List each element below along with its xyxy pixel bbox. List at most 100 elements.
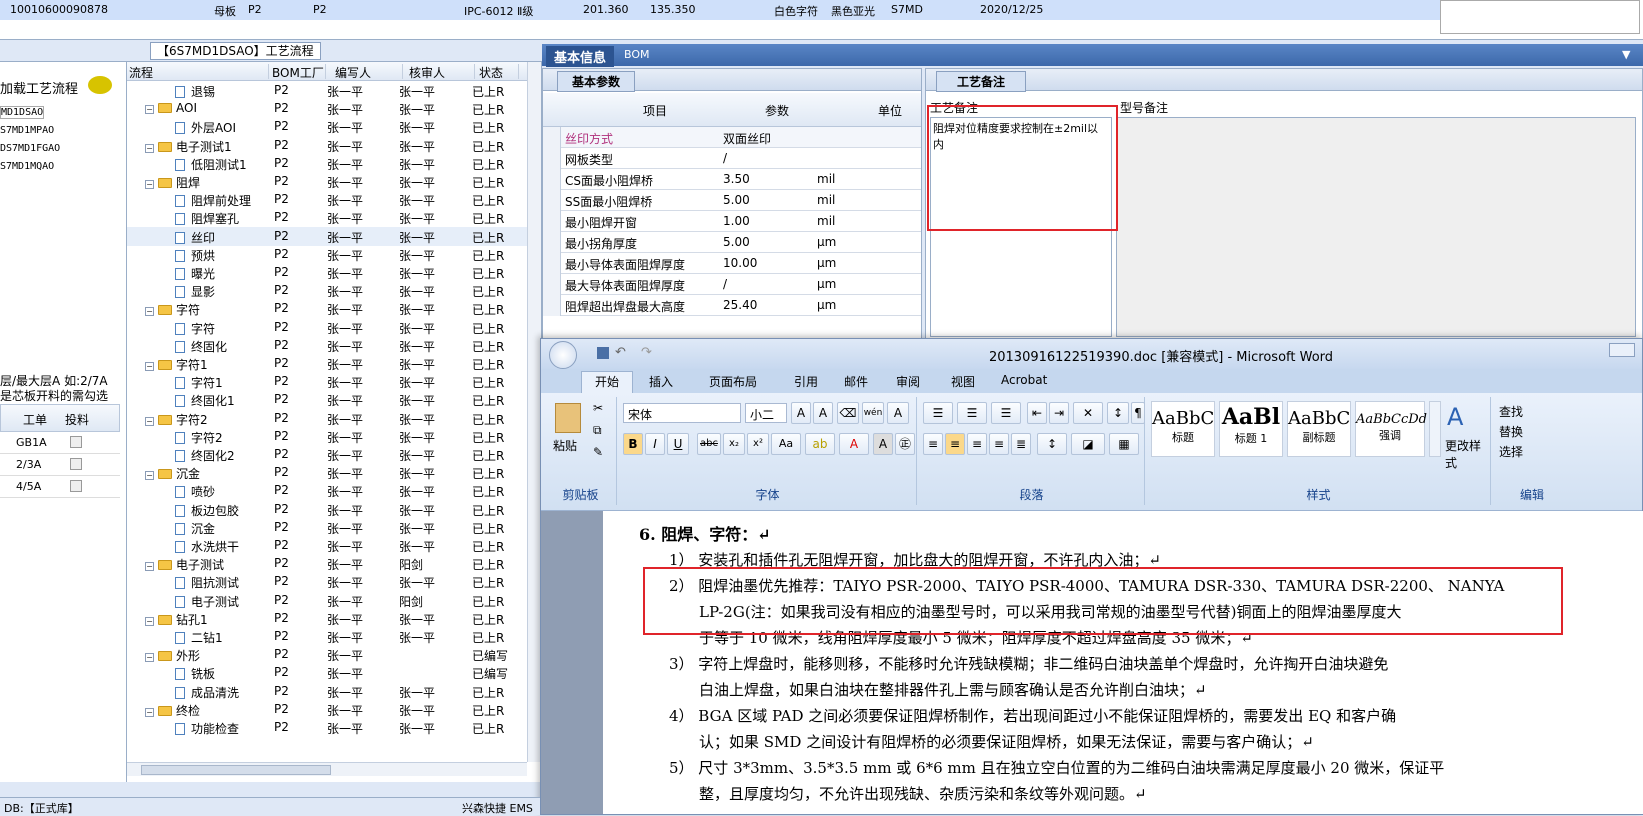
tree-row[interactable]: 阻焊塞孔 P2 张一平 张一平 已上R [127,208,527,227]
chat-bubble-icon[interactable] [88,76,112,94]
param-value[interactable]: / [723,151,727,165]
code-item[interactable]: S7MD1MPAO [0,125,54,136]
param-row[interactable]: 最小拐角厚度 5.00 μm [543,232,921,253]
collapse-icon[interactable]: − [145,180,154,189]
collapse-icon[interactable]: − [145,307,154,317]
col-flow[interactable]: 流程 [129,64,269,80]
col-bom[interactable]: BOM工厂 [272,64,326,80]
param-value[interactable]: 5.00 [723,235,750,249]
font-size-select[interactable]: 小二 [745,403,787,423]
strikethrough-button[interactable]: abc [697,433,721,455]
paste-icon[interactable] [555,403,581,433]
tab-view[interactable]: 视图 [951,373,975,390]
tree-row[interactable]: 终固化 P2 张一平 张一平 已上R [127,336,527,355]
grow-font-button[interactable]: A [791,402,811,424]
change-styles-label[interactable]: 更改样式 [1445,437,1490,471]
show-marks-icon[interactable]: ¶ [1131,402,1145,424]
select-button[interactable]: 选择 [1499,443,1523,460]
collapse-icon[interactable]: − [145,653,154,663]
tree-row[interactable]: 低阻测试1 P2 张一平 张一平 已上R [127,154,527,173]
undo-icon[interactable]: ↶ [615,345,626,360]
param-value[interactable]: 5.00 [723,193,750,207]
align-left-icon[interactable]: ≡ [923,433,943,455]
highlight-icon[interactable]: ab [805,433,835,455]
cut-icon[interactable]: ✂ [593,401,603,415]
param-row[interactable]: 最大导体表面阻焊厚度 / μm [543,274,921,295]
param-row[interactable]: CS面最小阻焊桥 3.50 mil [543,169,921,190]
tab-mailings[interactable]: 邮件 [844,373,868,390]
format-painter-icon[interactable]: ✎ [593,445,603,459]
checkbox[interactable] [70,458,82,470]
model-note-field[interactable] [1116,117,1636,337]
param-row[interactable]: 最小导体表面阻焊厚度 10.00 μm [543,253,921,274]
tree-row[interactable]: 板边包胶 P2 张一平 张一平 已上R [127,500,527,519]
code-item[interactable]: S7MD1MQAO [0,161,54,172]
collapse-icon[interactable]: − [145,562,154,572]
col-status[interactable]: 状态 [479,64,519,80]
save-icon[interactable] [597,347,609,359]
code-item[interactable]: DS7MD1FGAO [0,143,60,154]
line-spacing-icon[interactable]: ↕ [1037,433,1067,455]
subscript-button[interactable]: x₂ [723,433,745,455]
param-value[interactable]: 3.50 [723,172,750,186]
tree-row[interactable]: − 电子测试 P2 张一平 阳剑 已上R [127,554,527,573]
checkbox[interactable] [70,436,82,448]
load-flow-label[interactable]: 加载工艺流程 [0,78,78,97]
col-writer[interactable]: 编写人 [335,64,403,80]
tree-row[interactable]: 喷砂 P2 张一平 张一平 已上R [127,481,527,500]
tree-row[interactable]: 阻抗测试 P2 张一平 张一平 已上R [127,572,527,591]
tree-row[interactable]: − 字符1 P2 张一平 张一平 已上R [127,354,527,373]
redo-icon[interactable]: ↷ [641,345,652,360]
tab-acrobat[interactable]: Acrobat [1001,373,1047,387]
tree-row[interactable]: 沉金 P2 张一平 张一平 已上R [127,518,527,537]
styles-scroll[interactable] [1429,401,1441,457]
tree-row[interactable]: 终固化1 P2 张一平 张一平 已上R [127,390,527,409]
tree-row[interactable]: 字符2 P2 张一平 张一平 已上R [127,427,527,446]
param-row[interactable]: 最小阻焊开窗 1.00 mil [543,211,921,232]
replace-button[interactable]: 替换 [1499,423,1523,440]
tree-row[interactable]: 功能检查 P2 张一平 张一平 已上R [127,718,527,737]
param-value[interactable]: 1.00 [723,214,750,228]
copy-icon[interactable]: ⧉ [593,423,602,438]
multilevel-icon[interactable]: ☰ [991,402,1021,424]
office-button-icon[interactable] [549,341,577,369]
superscript-button[interactable]: x² [747,433,769,455]
table-row[interactable]: 4/5A [0,476,120,498]
collapse-icon[interactable]: − [145,416,154,426]
tree-row[interactable]: − 沉金 P2 张一平 张一平 已上R [127,463,527,482]
paste-label[interactable]: 粘贴 [553,437,577,454]
collapse-icon[interactable]: − [145,616,154,626]
collapse-icon[interactable]: − [145,707,154,717]
horizontal-scrollbar[interactable] [127,762,527,776]
tree-row[interactable]: 显影 P2 张一平 张一平 已上R [127,281,527,300]
tree-row[interactable]: − 字符2 P2 张一平 张一平 已上R [127,409,527,428]
increase-indent-icon[interactable]: ⇥ [1049,402,1069,424]
tree-row[interactable]: 成品清洗 P2 张一平 张一平 已上R [127,682,527,701]
tree-row[interactable]: − 终检 P2 张一平 张一平 已上R [127,700,527,719]
collapse-icon[interactable]: − [145,471,154,481]
checkbox[interactable] [70,480,82,492]
find-button[interactable]: 查找 [1499,403,1523,420]
collapse-icon[interactable]: − [145,362,154,371]
collapse-icon[interactable]: − [145,105,154,115]
selected-row[interactable]: 10010600090878 母板 P2 P2 IPC-6012 Ⅱ级 201.… [0,0,1440,20]
tree-row[interactable]: − 钻孔1 P2 张一平 张一平 已上R [127,609,527,628]
tab-home[interactable]: 开始 [581,371,633,393]
tree-row[interactable]: − 外形 P2 张一平 已编写 [127,645,527,664]
shrink-font-button[interactable]: A [813,402,833,424]
tab-references[interactable]: 引用 [794,373,818,390]
borders-icon[interactable]: ▦ [1109,433,1139,455]
param-row[interactable]: 阻焊超出焊盘最大高度 25.40 μm [543,295,921,316]
tree-row[interactable]: − 电子测试1 P2 张一平 张一平 已上R [127,136,527,155]
tab-layout[interactable]: 页面布局 [709,373,757,390]
enclose-char-button[interactable]: ㊣ [895,433,915,455]
distribute-icon[interactable]: ≣ [1011,433,1031,455]
tab-bom[interactable]: BOM [624,48,650,61]
param-row[interactable]: 丝印方式 双面丝印 [543,127,921,148]
tree-row[interactable]: 丝印 P2 张一平 张一平 已上R [127,226,527,246]
tree-row[interactable]: 外层AOI P2 张一平 张一平 已上R [127,117,527,136]
bullets-icon[interactable]: ☰ [923,402,953,424]
tree-row[interactable]: 预烘 P2 张一平 张一平 已上R [127,245,527,264]
tree-row[interactable]: 二钻1 P2 张一平 张一平 已上R [127,627,527,646]
shading-icon[interactable]: ◪ [1071,433,1105,455]
